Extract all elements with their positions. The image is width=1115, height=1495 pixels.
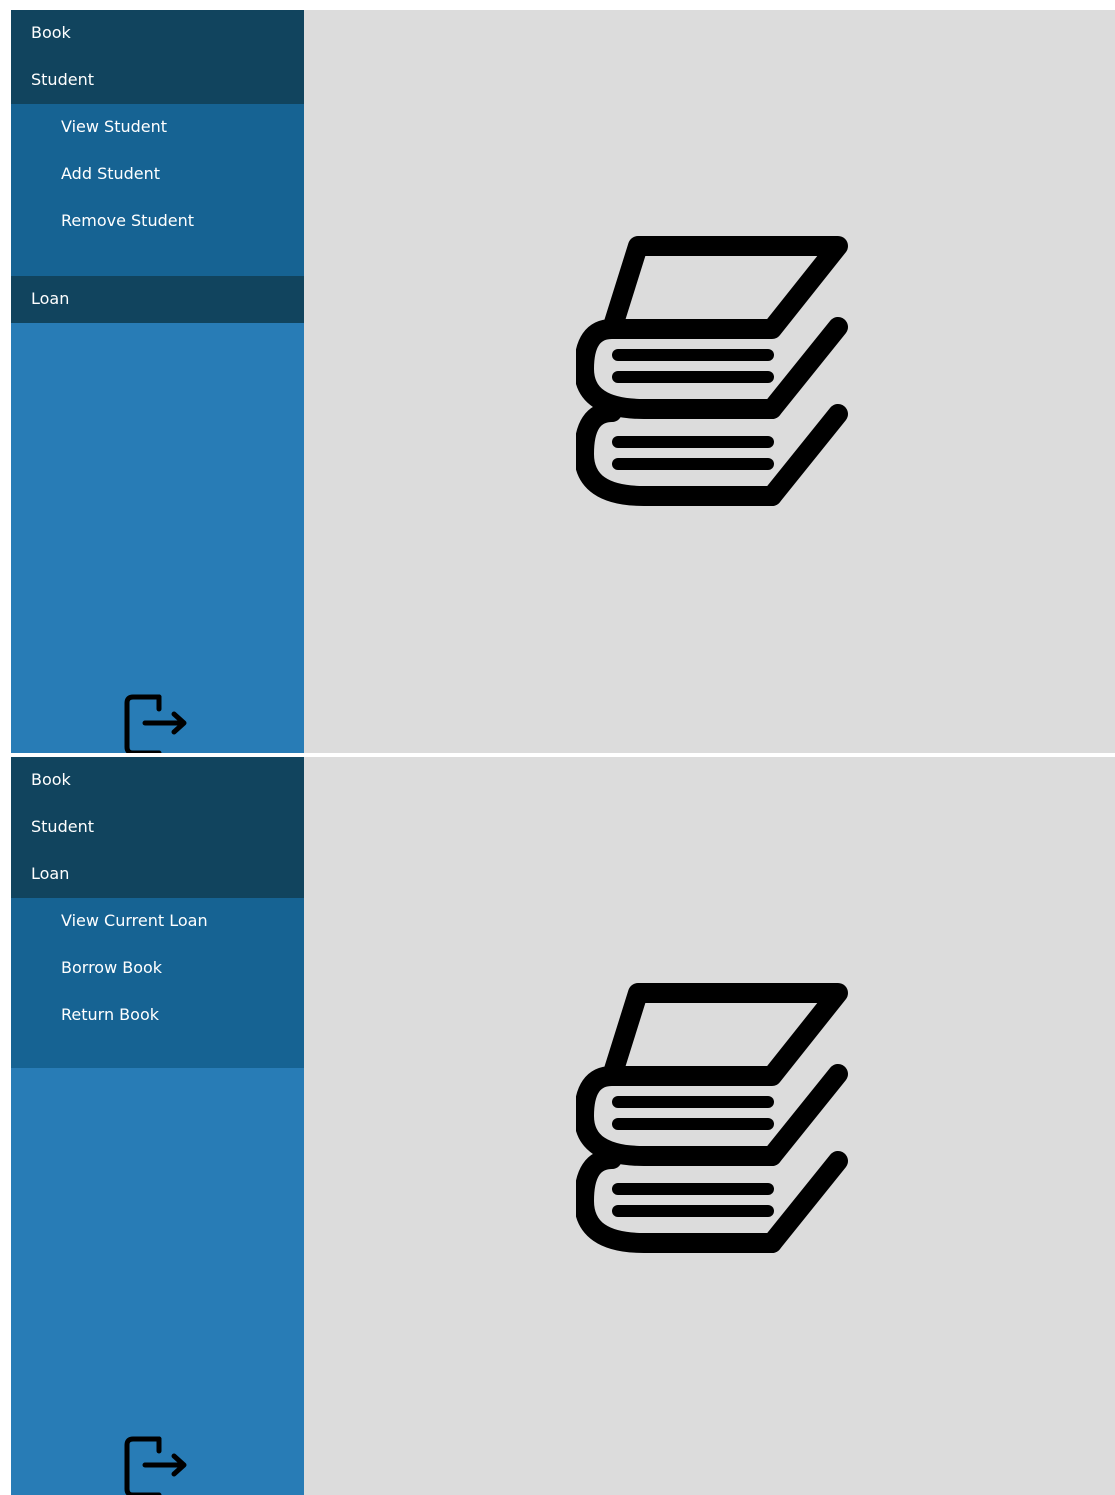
nav-book[interactable]: Book bbox=[11, 757, 304, 804]
logout-icon[interactable] bbox=[123, 1433, 191, 1495]
app-page: Book Student View Student Add Student Re… bbox=[0, 0, 1115, 1495]
main-content bbox=[304, 10, 1115, 753]
books-icon bbox=[576, 236, 848, 506]
screen-student-menu: Book Student View Student Add Student Re… bbox=[11, 10, 1115, 753]
nav-loan[interactable]: Loan bbox=[11, 276, 304, 323]
nav-student[interactable]: Student bbox=[11, 804, 304, 851]
borrow-book-item[interactable]: Borrow Book bbox=[11, 945, 304, 992]
view-student-item[interactable]: View Student bbox=[11, 104, 304, 151]
nav-book[interactable]: Book bbox=[11, 10, 304, 57]
sidebar: Book Student Loan View Current Loan Borr… bbox=[11, 757, 304, 1495]
remove-student-item[interactable]: Remove Student bbox=[11, 198, 304, 245]
add-student-item[interactable]: Add Student bbox=[11, 151, 304, 198]
books-icon bbox=[576, 983, 848, 1253]
student-submenu: View Student Add Student Remove Student bbox=[11, 104, 304, 276]
main-content bbox=[304, 757, 1115, 1495]
loan-submenu: View Current Loan Borrow Book Return Boo… bbox=[11, 898, 304, 1068]
logout-icon[interactable] bbox=[123, 691, 191, 753]
nav-loan[interactable]: Loan bbox=[11, 851, 304, 898]
screen-loan-menu: Book Student Loan View Current Loan Borr… bbox=[11, 757, 1115, 1495]
return-book-item[interactable]: Return Book bbox=[11, 992, 304, 1039]
nav-student[interactable]: Student bbox=[11, 57, 304, 104]
sidebar: Book Student View Student Add Student Re… bbox=[11, 10, 304, 753]
view-current-loan-item[interactable]: View Current Loan bbox=[11, 898, 304, 945]
